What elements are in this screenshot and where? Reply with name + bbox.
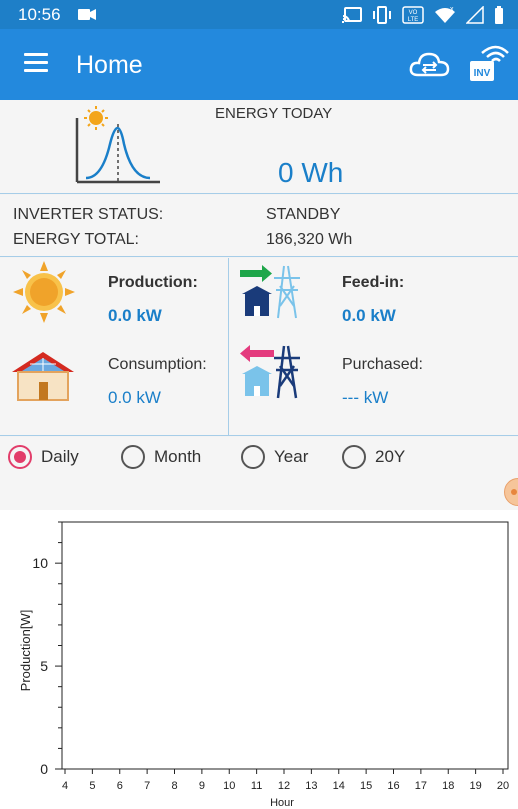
production-chart: 0 5 10 4 5 6 7 8 9 10 11 12 13 14 15 16 17 18 19 20 Hour Prod… <box>0 510 518 809</box>
x-tick-label: 10 <box>223 780 235 792</box>
purchased-value: --- kW <box>342 388 389 407</box>
x-tick-label: 7 <box>144 780 150 792</box>
cloud-sync-icon[interactable] <box>408 49 450 81</box>
hamburger-menu-icon[interactable] <box>24 53 48 73</box>
radio-month-label: Month <box>154 447 202 466</box>
cast-icon <box>342 7 362 23</box>
feed-in-label: Feed-in: <box>342 274 405 291</box>
sun-icon <box>13 261 75 323</box>
y-axis-label: Production[W] <box>18 610 33 692</box>
x-tick-label: 15 <box>360 780 372 792</box>
x-tick-label: 9 <box>199 780 205 792</box>
radio-year[interactable]: Year <box>241 442 308 472</box>
x-tick-label: 14 <box>333 780 345 792</box>
battery-icon <box>495 6 503 24</box>
consumption-value: 0.0 kW <box>108 388 161 407</box>
energy-total-label: ENERGY TOTAL: <box>13 231 139 248</box>
production-value: 0.0 kW <box>108 306 162 325</box>
solar-curve-icon <box>75 106 160 184</box>
feed-in-grid-icon <box>240 265 300 319</box>
energy-total-value: 186,320 Wh <box>266 231 353 248</box>
status-icons: VO LTE x <box>342 5 504 25</box>
x-tick-label: 5 <box>89 780 95 792</box>
consumption-label: Consumption: <box>108 356 207 373</box>
x-tick-label: 8 <box>171 780 177 792</box>
x-tick-label: 11 <box>251 780 262 792</box>
y-tick-label: 10 <box>32 555 48 571</box>
radio-month[interactable]: Month <box>121 442 201 472</box>
radio-month-circle[interactable] <box>121 445 145 469</box>
energy-today-value: 0 Wh <box>278 157 344 188</box>
app-bar: Home INV <box>0 29 518 100</box>
status-time: 10:56 <box>18 5 61 24</box>
radio-20y-circle[interactable] <box>342 445 366 469</box>
x-tick-label: 19 <box>470 780 482 792</box>
panel-divider <box>228 258 229 436</box>
y-tick-label: 5 <box>40 658 48 674</box>
power-flow-panel: Production: 0.0 kW Consumption: 0.0 kW F… <box>0 258 518 436</box>
purchase-grid-icon <box>240 345 300 399</box>
x-tick-label: 4 <box>62 780 68 792</box>
plot-frame <box>61 521 509 770</box>
video-camera-icon <box>78 9 96 20</box>
radio-daily-circle[interactable] <box>8 445 32 469</box>
status-bar: 10:56 VO LTE x <box>0 0 518 29</box>
production-label: Production: <box>108 274 198 291</box>
x-tick-label: 20 <box>497 780 509 792</box>
radio-daily-label: Daily <box>41 447 79 466</box>
volte-icon: VO LTE <box>402 6 424 24</box>
feed-in-value: 0.0 kW <box>342 306 396 325</box>
radio-year-label: Year <box>274 447 309 466</box>
wifi-icon: x <box>435 6 455 23</box>
production-chart-svg: 0 5 10 4 5 6 7 8 9 10 11 12 13 14 15 16 17 18 19 20 Hour Prod… <box>18 521 509 809</box>
x-tick-label: 18 <box>442 780 454 792</box>
radio-year-circle[interactable] <box>241 445 265 469</box>
house-icon <box>12 352 74 401</box>
x-tick-label: 13 <box>305 780 317 792</box>
inverter-info-panel: INVERTER STATUS: STANDBY ENERGY TOTAL: 1… <box>0 195 518 257</box>
svg-text:x: x <box>450 6 454 13</box>
energy-today-panel: ENERGY TODAY 0 Wh <box>0 100 518 194</box>
purchased-label: Purchased: <box>342 356 423 373</box>
y-tick-label: 0 <box>40 761 48 777</box>
signal-icon <box>466 6 484 24</box>
inverter-status-label: INVERTER STATUS: <box>13 206 164 223</box>
inverter-wifi-icon[interactable]: INV <box>468 43 510 85</box>
x-tick-label: 17 <box>415 780 427 792</box>
inverter-status-value: STANDBY <box>266 206 341 223</box>
x-tick-label: 12 <box>278 780 290 792</box>
period-selector: Daily Month Year 20Y <box>0 437 518 510</box>
page-title: Home <box>76 51 143 79</box>
vibrate-icon <box>373 6 391 24</box>
radio-20y-label: 20Y <box>375 447 406 466</box>
x-axis-label: Hour <box>270 797 294 809</box>
radio-20y[interactable]: 20Y <box>342 442 405 472</box>
svg-text:VO: VO <box>409 10 418 16</box>
x-tick-label: 16 <box>387 780 399 792</box>
inverter-badge: INV <box>474 68 491 79</box>
radio-daily[interactable]: Daily <box>8 442 79 472</box>
svg-text:LTE: LTE <box>408 17 419 23</box>
energy-today-label: ENERGY TODAY <box>215 105 333 122</box>
x-tick-label: 6 <box>117 780 123 792</box>
